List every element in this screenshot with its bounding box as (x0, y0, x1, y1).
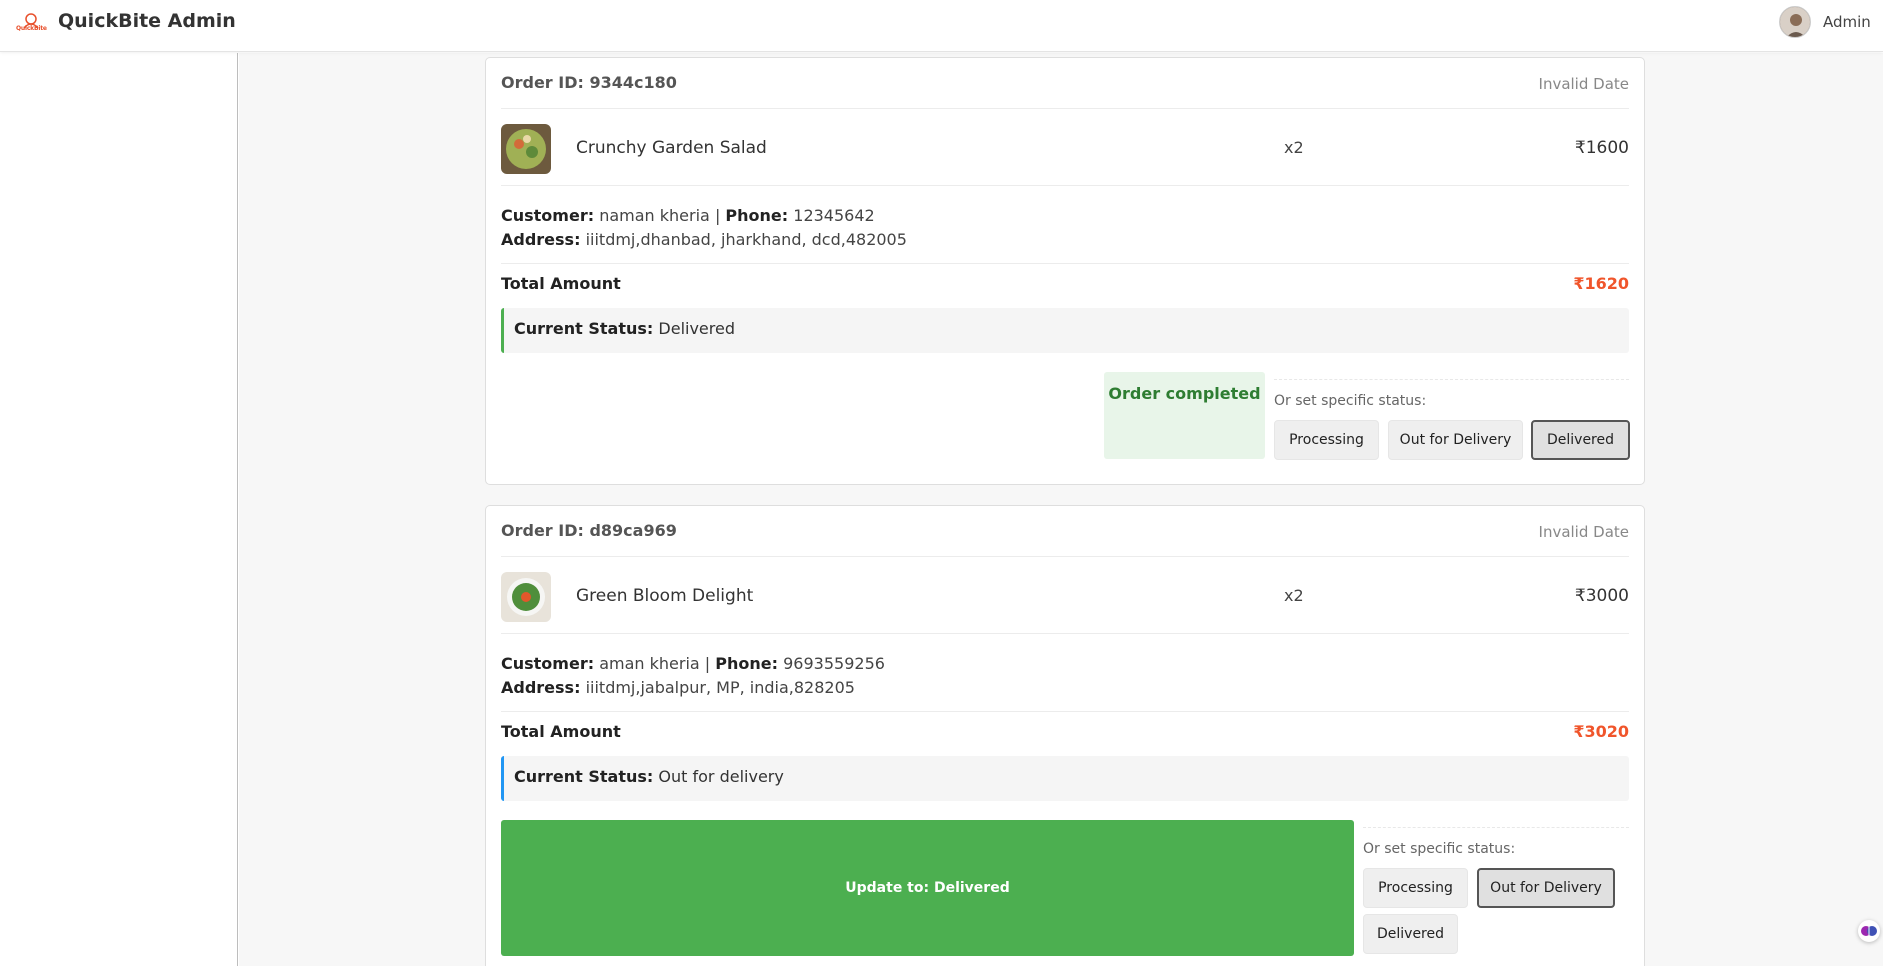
sidebar (0, 53, 238, 966)
admin-avatar[interactable] (1779, 6, 1811, 38)
top-navbar: QuickBite QuickBite Admin Admin (0, 0, 1883, 52)
total-label: Total Amount (501, 722, 621, 741)
status-selector: Or set specific status: Processing Out f… (1363, 827, 1629, 966)
address-line: Address: iiitdmj,dhanbad, jharkhand, dcd… (501, 228, 1629, 252)
total-row: Total Amount ₹1620 (501, 274, 1629, 300)
order-completed-badge: Order completed (1104, 372, 1265, 459)
item-name: Crunchy Garden Salad (576, 138, 767, 158)
status-value: Delivered (658, 319, 735, 338)
customer-address: iiitdmj,dhanbad, jharkhand, dcd,482005 (585, 230, 907, 249)
status-processing-button[interactable]: Processing (1363, 868, 1468, 908)
order-card: Order ID: 9344c180 Invalid Date Crunchy … (485, 57, 1645, 485)
customer-name: aman kheria (599, 654, 700, 673)
set-status-label: Or set specific status: (1363, 841, 1516, 857)
address-label: Address: (501, 230, 581, 249)
quickbite-logo[interactable] (14, 10, 48, 36)
order-header: Order ID: d89ca969 Invalid Date (501, 521, 1629, 557)
total-label: Total Amount (501, 274, 621, 293)
order-id: Order ID: d89ca969 (501, 521, 677, 540)
order-header: Order ID: 9344c180 Invalid Date (501, 73, 1629, 109)
item-image (501, 124, 551, 174)
customer-label: Customer: (501, 206, 595, 225)
order-item-row: Crunchy Garden Salad x2 ₹1600 (501, 124, 1629, 186)
update-status-button[interactable]: Update to: Delivered (501, 820, 1354, 956)
status-label: Current Status: (514, 767, 654, 786)
customer-name: naman kheria (599, 206, 710, 225)
status-delivered-button[interactable]: Delivered (1363, 914, 1458, 954)
customer-line: Customer: aman kheria | Phone: 969355925… (501, 652, 1629, 676)
status-value: Out for delivery (658, 767, 784, 786)
item-price: ₹1600 (1574, 138, 1629, 158)
address-label: Address: (501, 678, 581, 697)
order-id: Order ID: 9344c180 (501, 73, 677, 92)
status-delivered-button[interactable]: Delivered (1531, 420, 1630, 460)
customer-label: Customer: (501, 654, 595, 673)
total-amount: ₹3020 (1573, 722, 1629, 741)
assistant-brain-icon[interactable] (1858, 920, 1880, 942)
set-status-label: Or set specific status: (1274, 393, 1427, 409)
separator: | (704, 654, 711, 673)
customer-phone: 9693559256 (783, 654, 885, 673)
order-date: Invalid Date (1538, 523, 1629, 541)
order-item-row: Green Bloom Delight x2 ₹3000 (501, 572, 1629, 634)
logo-text: QuickBite (16, 25, 47, 32)
app-title: QuickBite Admin (58, 10, 236, 32)
admin-label[interactable]: Admin (1823, 13, 1871, 31)
order-card: Order ID: d89ca969 Invalid Date Green Bl… (485, 505, 1645, 966)
status-out-for-delivery-button[interactable]: Out for Delivery (1477, 868, 1615, 908)
phone-label: Phone: (715, 654, 779, 673)
item-quantity: x2 (1284, 586, 1304, 605)
item-name: Green Bloom Delight (576, 586, 754, 606)
status-label: Current Status: (514, 319, 654, 338)
customer-details: Customer: naman kheria | Phone: 12345642… (501, 204, 1629, 264)
total-row: Total Amount ₹3020 (501, 722, 1629, 748)
status-selector: Or set specific status: Processing Out f… (1274, 379, 1630, 469)
total-amount: ₹1620 (1573, 274, 1629, 293)
order-date: Invalid Date (1538, 75, 1629, 93)
phone-label: Phone: (725, 206, 789, 225)
address-line: Address: iiitdmj,jabalpur, MP, india,828… (501, 676, 1629, 700)
customer-address: iiitdmj,jabalpur, MP, india,828205 (585, 678, 855, 697)
customer-line: Customer: naman kheria | Phone: 12345642 (501, 204, 1629, 228)
item-image (501, 572, 551, 622)
current-status-box: Current Status: Delivered (501, 308, 1629, 353)
customer-phone: 12345642 (793, 206, 875, 225)
separator: | (714, 206, 721, 225)
item-price: ₹3000 (1574, 586, 1629, 606)
current-status-box: Current Status: Out for delivery (501, 756, 1629, 801)
item-quantity: x2 (1284, 138, 1304, 157)
status-out-for-delivery-button[interactable]: Out for Delivery (1388, 420, 1523, 460)
customer-details: Customer: aman kheria | Phone: 969355925… (501, 652, 1629, 712)
status-processing-button[interactable]: Processing (1274, 420, 1379, 460)
